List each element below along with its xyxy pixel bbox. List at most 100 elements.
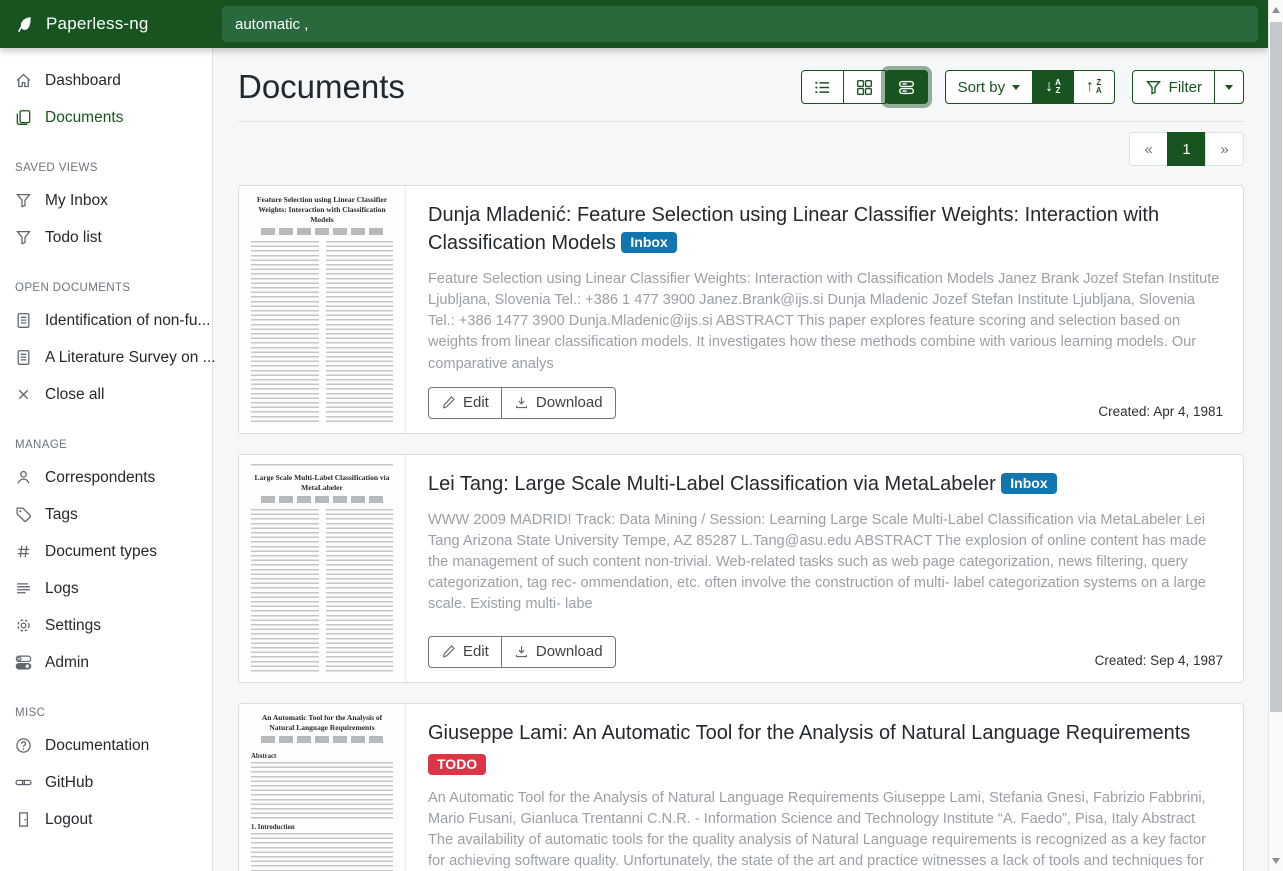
sort-by-label: Sort by <box>958 79 1006 96</box>
grid-view-icon <box>856 79 873 96</box>
edit-button[interactable]: Edit <box>428 387 502 419</box>
document-thumbnail[interactable]: An Automatic Tool for the Analysis of Na… <box>239 704 406 871</box>
scrollbar-up-arrow[interactable] <box>1269 2 1283 18</box>
sidebar-item-my-inbox[interactable]: My Inbox <box>0 182 212 219</box>
document-title-link[interactable]: Dunja Mladenić: Feature Selection using … <box>428 201 1223 257</box>
search-input[interactable] <box>222 6 1258 42</box>
tag-badge-todo[interactable]: TODO <box>428 754 486 775</box>
sidebar-section-saved-views: SAVED VIEWS <box>15 162 197 179</box>
search-area <box>213 0 1268 48</box>
sidebar-item-label: A Literature Survey on ... <box>45 349 216 367</box>
sidebar-item-label: Correspondents <box>45 469 155 487</box>
sidebar-section-misc: MISC <box>15 707 197 724</box>
thumbnail-section-heading: 1. Introduction <box>251 824 393 831</box>
sort-descending-button[interactable]: ↑ ZA <box>1073 70 1115 104</box>
sidebar: Dashboard Documents SAVED VIEWS My Inbox… <box>0 48 213 871</box>
sidebar-section-manage: MANAGE <box>15 439 197 456</box>
leaf-logo-icon <box>15 14 35 34</box>
document-title-link[interactable]: Giuseppe Lami: An Automatic Tool for the… <box>428 719 1223 747</box>
tag-icon <box>15 506 32 523</box>
sidebar-item-label: Tags <box>45 506 78 524</box>
document-card: Large Scale Multi-Label Classification v… <box>238 454 1244 683</box>
sidebar-item-settings[interactable]: Settings <box>0 607 212 644</box>
filter-dropdown-button[interactable] <box>1214 70 1244 104</box>
page-header-row: Documents <box>238 68 1244 122</box>
pagination-prev-button[interactable]: « <box>1129 132 1168 166</box>
scrollbar-down-arrow[interactable] <box>1269 853 1283 869</box>
vertical-scrollbar <box>1268 0 1283 871</box>
sidebar-item-close-all[interactable]: Close all <box>0 376 212 413</box>
list-view-icon <box>814 79 831 96</box>
sort-group: Sort by ↓ AZ ↑ ZA <box>945 70 1115 104</box>
door-icon <box>15 811 32 828</box>
person-icon <box>15 469 32 486</box>
sidebar-item-documentation[interactable]: Documentation <box>0 727 212 764</box>
filter-button[interactable]: Filter <box>1132 70 1215 104</box>
filter-group: Filter <box>1132 70 1244 104</box>
sidebar-item-tags[interactable]: Tags <box>0 496 212 533</box>
download-button[interactable]: Download <box>501 636 616 668</box>
sidebar-item-correspondents[interactable]: Correspondents <box>0 459 212 496</box>
caret-down-icon <box>1012 85 1020 90</box>
sort-ascending-icon: ↓ AZ <box>1045 79 1061 96</box>
tag-badge-inbox[interactable]: Inbox <box>1001 473 1056 494</box>
funnel-icon <box>15 229 32 246</box>
sidebar-item-label: My Inbox <box>45 192 108 210</box>
document-snippet: Feature Selection using Linear Classifie… <box>428 269 1223 375</box>
brand-name: Paperless-ng <box>46 14 149 34</box>
sidebar-item-documents[interactable]: Documents <box>0 99 212 136</box>
triangle-down-icon <box>1272 858 1280 864</box>
pagination-next-button[interactable]: » <box>1205 132 1244 166</box>
edit-button[interactable]: Edit <box>428 636 502 668</box>
sidebar-item-label: Logout <box>45 811 92 829</box>
sidebar-item-document-types[interactable]: Document types <box>0 533 212 570</box>
view-toggle-group <box>801 70 928 104</box>
sidebar-item-open-doc-2[interactable]: A Literature Survey on ... <box>0 339 212 376</box>
view-details-button[interactable] <box>885 70 928 104</box>
thumbnail-text-column <box>251 509 319 674</box>
details-view-icon <box>898 79 915 96</box>
sidebar-item-open-doc-1[interactable]: Identification of non-fu... <box>0 302 212 339</box>
sidebar-item-github[interactable]: GitHub <box>0 764 212 801</box>
sidebar-item-label: GitHub <box>45 774 93 792</box>
sidebar-item-dashboard[interactable]: Dashboard <box>0 62 212 99</box>
view-grid-button[interactable] <box>843 70 886 104</box>
sidebar-item-label: Documents <box>45 109 123 127</box>
thumbnail-authors-lines <box>261 228 383 235</box>
file-text-icon <box>15 349 32 366</box>
pagination-page-1-button[interactable]: 1 <box>1167 132 1206 166</box>
thumbnail-authors-lines <box>261 496 383 503</box>
tag-badge-inbox[interactable]: Inbox <box>621 232 676 253</box>
created-date: Created: Sep 4, 1987 <box>1095 653 1223 668</box>
sidebar-item-label: Identification of non-fu... <box>45 312 210 330</box>
main-content: Documents <box>214 48 1268 871</box>
thumbnail-paper-title: Large Scale Multi-Label Classification v… <box>251 473 393 493</box>
created-date: Created: Apr 4, 1981 <box>1098 404 1223 419</box>
link-icon <box>15 774 32 791</box>
sidebar-item-logout[interactable]: Logout <box>0 801 212 838</box>
sidebar-item-logs[interactable]: Logs <box>0 570 212 607</box>
thumbnail-authors-lines <box>261 736 383 743</box>
question-circle-icon <box>15 737 32 754</box>
thumbnail-text-column <box>326 509 394 674</box>
scrollbar-thumb[interactable] <box>1270 22 1282 712</box>
download-button[interactable]: Download <box>501 387 616 419</box>
thumbnail-paper-title: Feature Selection using Linear Classifie… <box>251 195 393 224</box>
page-title: Documents <box>238 68 405 106</box>
document-card: An Automatic Tool for the Analysis of Na… <box>238 703 1244 871</box>
sort-by-button[interactable]: Sort by <box>945 70 1034 104</box>
list-lines-icon <box>15 580 32 597</box>
app-header: Paperless-ng <box>0 0 1268 48</box>
sidebar-section-open-documents: OPEN DOCUMENTS <box>15 282 197 299</box>
sort-ascending-button[interactable]: ↓ AZ <box>1032 70 1074 104</box>
sidebar-item-admin[interactable]: Admin <box>0 644 212 681</box>
hash-icon <box>15 543 32 560</box>
document-title-link[interactable]: Lei Tang: Large Scale Multi-Label Classi… <box>428 470 1223 498</box>
sidebar-item-todo-list[interactable]: Todo list <box>0 219 212 256</box>
thumbnail-text-column <box>251 241 319 425</box>
brand-home-link[interactable]: Paperless-ng <box>0 0 213 48</box>
pencil-icon <box>441 644 456 659</box>
view-list-button[interactable] <box>801 70 844 104</box>
document-thumbnail[interactable]: Large Scale Multi-Label Classification v… <box>239 455 406 682</box>
document-thumbnail[interactable]: Feature Selection using Linear Classifie… <box>239 186 406 433</box>
